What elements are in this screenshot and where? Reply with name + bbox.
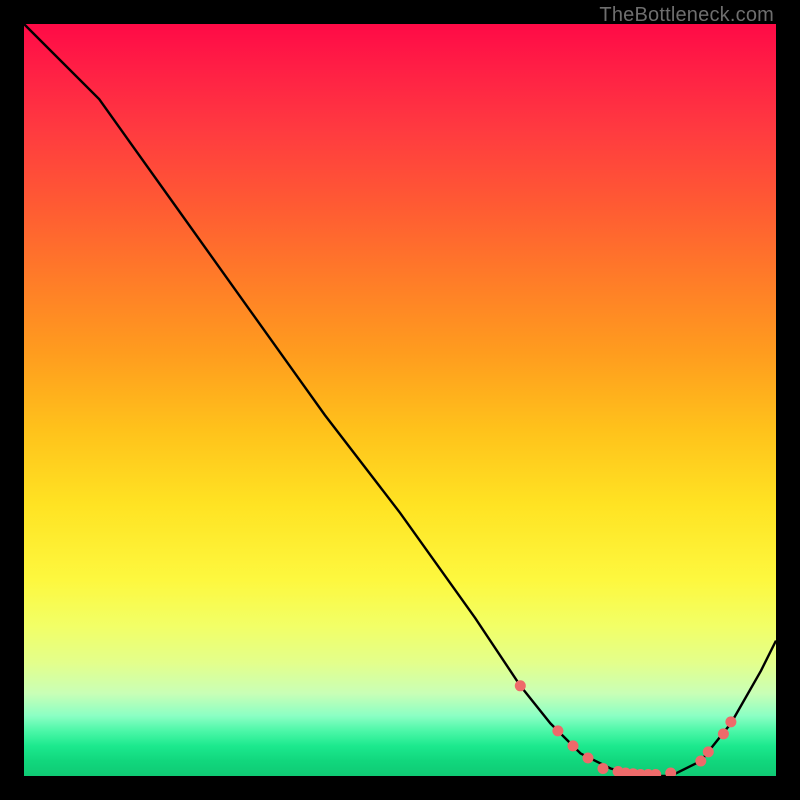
curve-marker [718,728,729,739]
curve-marker [552,725,563,736]
curve-marker [598,763,609,774]
curve-marker [703,746,714,757]
curve-marker [650,769,661,776]
marker-group [515,680,737,776]
curve-marker [515,680,526,691]
curve-svg [24,24,776,776]
chart-frame: TheBottleneck.com [0,0,800,800]
curve-marker [665,768,676,777]
curve-marker [568,740,579,751]
curve-marker [725,716,736,727]
plot-area [24,24,776,776]
curve-marker [695,756,706,767]
bottleneck-curve-path [24,24,776,776]
curve-marker [583,753,594,764]
